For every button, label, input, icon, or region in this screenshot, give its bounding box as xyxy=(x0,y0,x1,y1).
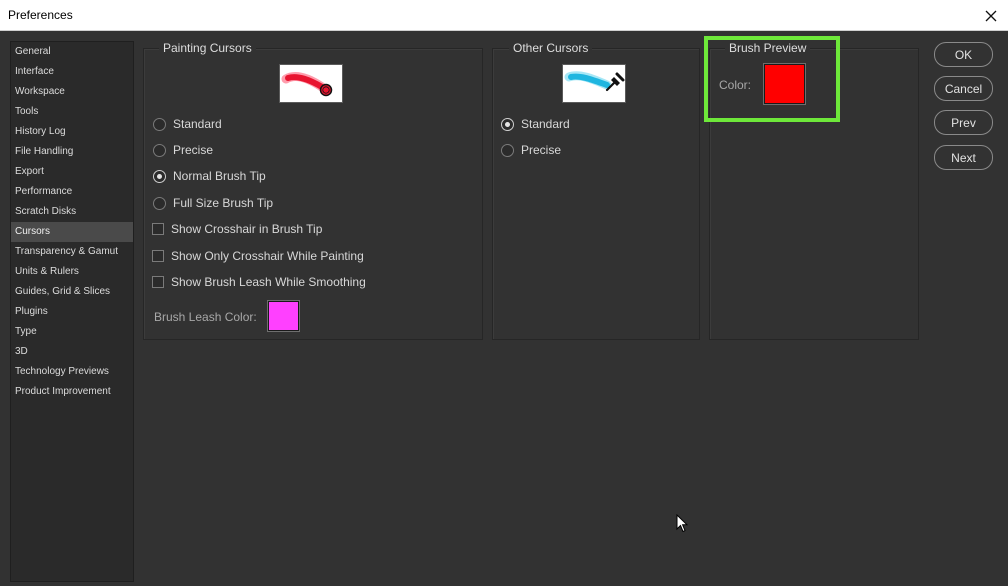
painting-full-size-brush-tip-option[interactable]: Full Size Brush Tip xyxy=(153,196,273,210)
sidebar-item-guides-grid-slices[interactable]: Guides, Grid & Slices xyxy=(11,282,133,302)
radio-button[interactable] xyxy=(153,196,166,210)
prev-button[interactable]: Prev xyxy=(934,110,993,135)
option-label: Normal Brush Tip xyxy=(173,169,266,183)
window-title: Preferences xyxy=(8,8,73,22)
checkbox[interactable] xyxy=(152,223,164,235)
brush-stroke-red-icon xyxy=(281,72,333,97)
option-label: Standard xyxy=(521,117,570,131)
sidebar-item-performance[interactable]: Performance xyxy=(11,182,133,202)
highlight-annotation xyxy=(704,36,840,122)
option-label: Full Size Brush Tip xyxy=(173,196,274,210)
sidebar-item-export[interactable]: Export xyxy=(11,162,133,182)
next-button[interactable]: Next xyxy=(934,145,993,170)
show-brush-leash-checkbox-row[interactable]: Show Brush Leash While Smoothing xyxy=(152,275,366,289)
checkbox[interactable] xyxy=(152,276,164,288)
painting-normal-brush-tip-option[interactable]: Normal Brush Tip xyxy=(153,169,266,183)
radio-button[interactable] xyxy=(501,143,514,157)
show-crosshair-checkbox-row[interactable]: Show Crosshair in Brush Tip xyxy=(152,222,322,236)
painting-cursor-preview xyxy=(279,64,343,103)
checkbox-label: Show Only Crosshair While Painting xyxy=(171,249,364,263)
ok-button[interactable]: OK xyxy=(934,42,993,67)
close-button[interactable] xyxy=(974,0,1008,31)
sidebar-item-product-improvement[interactable]: Product Improvement xyxy=(11,382,133,402)
sidebar-item-type[interactable]: Type xyxy=(11,322,133,342)
sidebar-item-plugins[interactable]: Plugins xyxy=(11,302,133,322)
show-only-crosshair-checkbox-row[interactable]: Show Only Crosshair While Painting xyxy=(152,249,364,263)
sidebar-item-general[interactable]: General xyxy=(11,42,133,62)
option-label: Precise xyxy=(173,143,214,157)
checkbox[interactable] xyxy=(152,250,164,262)
painting-cursors-title: Painting Cursors xyxy=(159,41,256,55)
cancel-button[interactable]: Cancel xyxy=(934,76,993,101)
option-label: Precise xyxy=(521,143,562,157)
preferences-sidebar: General Interface Workspace Tools Histor… xyxy=(10,41,134,582)
radio-button-selected[interactable] xyxy=(501,117,514,131)
sidebar-item-3d[interactable]: 3D xyxy=(11,342,133,362)
other-cursors-title: Other Cursors xyxy=(509,41,593,55)
painting-precise-option[interactable]: Precise xyxy=(153,143,213,157)
sidebar-item-history-log[interactable]: History Log xyxy=(11,122,133,142)
sidebar-item-interface[interactable]: Interface xyxy=(11,62,133,82)
sidebar-item-file-handling[interactable]: File Handling xyxy=(11,142,133,162)
radio-button[interactable] xyxy=(153,143,166,157)
brush-leash-color-label: Brush Leash Color: xyxy=(154,310,257,324)
other-standard-option[interactable]: Standard xyxy=(501,117,570,131)
other-precise-option[interactable]: Precise xyxy=(501,143,561,157)
sidebar-item-cursors[interactable]: Cursors xyxy=(11,222,133,242)
radio-button[interactable] xyxy=(153,117,166,131)
mouse-pointer-icon xyxy=(676,514,688,533)
sidebar-item-tools[interactable]: Tools xyxy=(11,102,133,122)
painting-standard-option[interactable]: Standard xyxy=(153,117,222,131)
close-icon[interactable] xyxy=(985,10,997,22)
sidebar-item-workspace[interactable]: Workspace xyxy=(11,82,133,102)
checkbox-label: Show Crosshair in Brush Tip xyxy=(171,222,323,236)
title-bar: Preferences xyxy=(0,0,1008,31)
sidebar-item-units-rulers[interactable]: Units & Rulers xyxy=(11,262,133,282)
option-label: Standard xyxy=(173,117,222,131)
sidebar-item-technology-previews[interactable]: Technology Previews xyxy=(11,362,133,382)
sidebar-item-transparency-gamut[interactable]: Transparency & Gamut xyxy=(11,242,133,262)
sidebar-item-scratch-disks[interactable]: Scratch Disks xyxy=(11,202,133,222)
radio-button-selected[interactable] xyxy=(153,169,166,183)
brush-leash-color-swatch[interactable] xyxy=(267,300,300,332)
other-cursor-preview xyxy=(562,64,626,103)
brush-stroke-eyedropper-icon xyxy=(564,71,625,92)
checkbox-label: Show Brush Leash While Smoothing xyxy=(171,275,366,289)
